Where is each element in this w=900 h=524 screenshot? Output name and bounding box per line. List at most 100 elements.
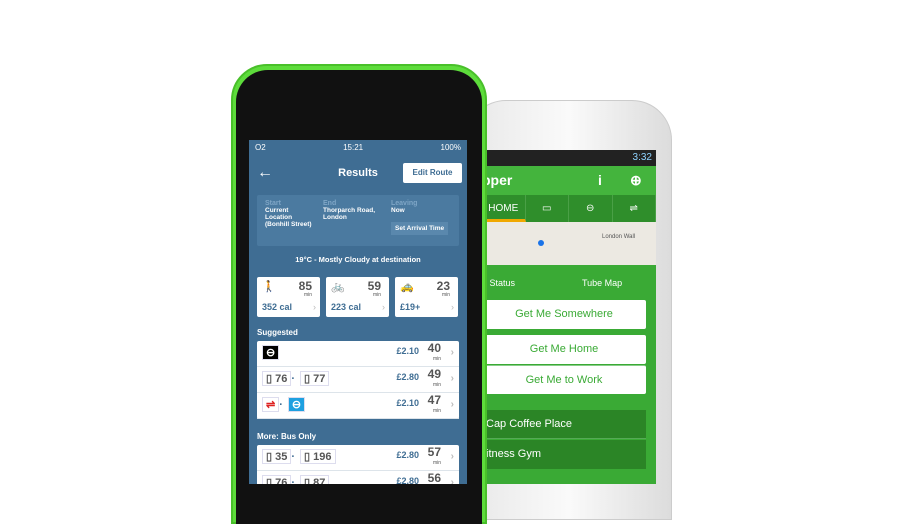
set-arrival-time-button[interactable]: Set Arrival Time — [391, 222, 449, 235]
chevron-right-icon: › — [450, 477, 454, 484]
location-dot — [538, 240, 544, 246]
leaving-label: Leaving — [391, 200, 418, 207]
end-value: Thorparch Road, London — [323, 207, 376, 221]
route-row[interactable]: ⇌ · ⊖ £2.10 47 min › — [257, 393, 459, 419]
mode-card[interactable]: 🚲 59 min 223 cal › — [326, 277, 389, 317]
rail-icon: ⇌ — [629, 203, 638, 214]
tube-map-link[interactable]: Tube Map — [582, 270, 622, 297]
mode-card[interactable]: 🚕 23 min £19+ › — [395, 277, 458, 317]
weather-text: 19°C - Mostly Cloudy at destination — [295, 255, 421, 264]
place-item[interactable]: itness Gym — [482, 440, 646, 469]
place-item[interactable]: Cap Coffee Place — [482, 410, 646, 439]
status-bar: 3:32 — [482, 150, 656, 166]
bus-route-badge: ▯ 76 — [262, 371, 292, 386]
mode-minutes: 59 — [367, 279, 381, 293]
bus-icon: ▯ — [304, 373, 311, 385]
route-row[interactable]: ▯ 76 · ▯ 77 £2.80 49 min › — [257, 367, 459, 393]
route-minutes: 56 — [427, 471, 441, 484]
min-label: min — [303, 292, 312, 298]
bus-number: 76 — [275, 477, 288, 484]
get-me-to-work-button[interactable]: Get Me to Work — [482, 365, 646, 394]
quick-links: e Status Tube Map — [482, 270, 656, 297]
section-bus-only: More: Bus Only — [257, 432, 317, 441]
route-summary: Start Current Location (Bonhill Street) … — [257, 195, 459, 246]
bus-number: 77 — [313, 373, 326, 385]
bus-route-badge: ▯ 77 — [300, 371, 330, 386]
start-label: Start — [265, 200, 281, 207]
route-minutes: 40 — [427, 341, 441, 355]
min-label: min — [372, 292, 381, 298]
bus-number: 76 — [275, 373, 288, 385]
info-icon[interactable]: i — [598, 166, 602, 195]
chevron-right-icon: › — [451, 302, 454, 312]
chevron-right-icon: › — [450, 373, 454, 384]
app-header: pper i ⊕ — [482, 166, 656, 195]
mode-detail: 352 cal — [262, 302, 293, 312]
bus-icon: ▯ — [266, 451, 273, 463]
bus-icon: ▯ — [304, 451, 311, 463]
map-label: London Wall — [602, 234, 636, 240]
android-screen: 3:32 pper i ⊕ HOME ▭ ⊖ ⇌ London Wall e S… — [482, 150, 656, 484]
route-price: £2.10 — [396, 398, 419, 408]
route-price: £2.80 — [396, 476, 419, 484]
start-value: Current Location (Bonhill Street) — [265, 207, 312, 228]
tab-home[interactable]: HOME — [482, 195, 526, 222]
route-row[interactable]: ▯ 35 · ▯ 196 £2.80 57 min › — [257, 445, 459, 471]
bus-icon: ▯ — [266, 373, 273, 385]
dlr-icon: ⊖ — [287, 397, 306, 412]
status-bar: O2 15:21 100% — [249, 140, 467, 156]
edit-route-button[interactable]: Edit Route — [403, 163, 462, 183]
min-label: min — [432, 460, 441, 466]
route-price: £2.80 — [396, 450, 419, 460]
tab-underground[interactable]: ⊖ — [569, 195, 613, 222]
min-label: min — [432, 408, 441, 414]
tab-bus[interactable]: ▭ — [526, 195, 569, 222]
min-label: min — [441, 292, 450, 298]
mode-minutes: 23 — [436, 279, 450, 293]
battery: 100% — [440, 143, 461, 152]
chevron-right-icon: › — [450, 347, 454, 358]
suggested-list: ⊖ £2.10 40 min › ▯ 76 · ▯ 77 £2.80 49 min › ⇌ ·… — [257, 341, 459, 419]
rail-icon: ⇌ — [262, 397, 280, 412]
mode-detail: £19+ — [400, 302, 421, 312]
bicycle-icon: 🚲 — [331, 281, 345, 293]
walk-icon: 🚶 — [262, 281, 276, 293]
chevron-right-icon: › — [450, 451, 454, 462]
end-label: End — [323, 200, 337, 207]
chevron-right-icon: › — [450, 399, 454, 410]
bus-number: 35 — [275, 451, 288, 463]
route-minutes: 47 — [427, 393, 441, 407]
tab-rail[interactable]: ⇌ — [613, 195, 656, 222]
get-me-somewhere-button[interactable]: Get Me Somewhere — [482, 300, 646, 329]
iphone-screen: O2 15:21 100% ← Results Edit Route Start… — [249, 140, 467, 484]
route-row[interactable]: ⊖ £2.10 40 min › — [257, 341, 459, 367]
tab-bar: HOME ▭ ⊖ ⇌ — [482, 195, 656, 222]
taxi-icon: 🚕 — [400, 281, 414, 293]
min-label: min — [432, 382, 441, 388]
bus-number: 196 — [313, 451, 332, 463]
mode-detail: 223 cal — [331, 302, 362, 312]
mode-card[interactable]: 🚶 85 min 352 cal › — [257, 277, 320, 317]
bus-route-badge: ▯ 196 — [300, 449, 336, 464]
leaving-value: Now — [391, 207, 405, 214]
chevron-right-icon: › — [382, 302, 385, 312]
carrier: O2 — [255, 143, 266, 152]
bus-icon: ▯ — [266, 477, 273, 484]
section-suggested: Suggested — [257, 328, 298, 337]
min-label: min — [432, 356, 441, 362]
route-price: £2.80 — [396, 372, 419, 382]
route-minutes: 49 — [427, 367, 441, 381]
route-row[interactable]: ▯ 76·▯ 87 £2.80 56min › — [257, 471, 459, 484]
get-me-home-button[interactable]: Get Me Home — [482, 335, 646, 364]
underground-icon: ⊖ — [262, 345, 280, 360]
bus-number: 87 — [313, 477, 326, 484]
bus-route-badge: ▯ 87 — [300, 475, 330, 484]
bus-icon: ▯ — [304, 477, 311, 484]
bus-route-badge: ▯ 76 — [262, 475, 292, 484]
crosshair-icon[interactable]: ⊕ — [630, 166, 642, 195]
map[interactable]: London Wall — [482, 222, 656, 265]
bus-icon: ▭ — [542, 203, 552, 214]
bus-route-badge: ▯ 35 — [262, 449, 292, 464]
time: 15:21 — [343, 143, 364, 152]
route-price: £2.10 — [396, 346, 419, 356]
